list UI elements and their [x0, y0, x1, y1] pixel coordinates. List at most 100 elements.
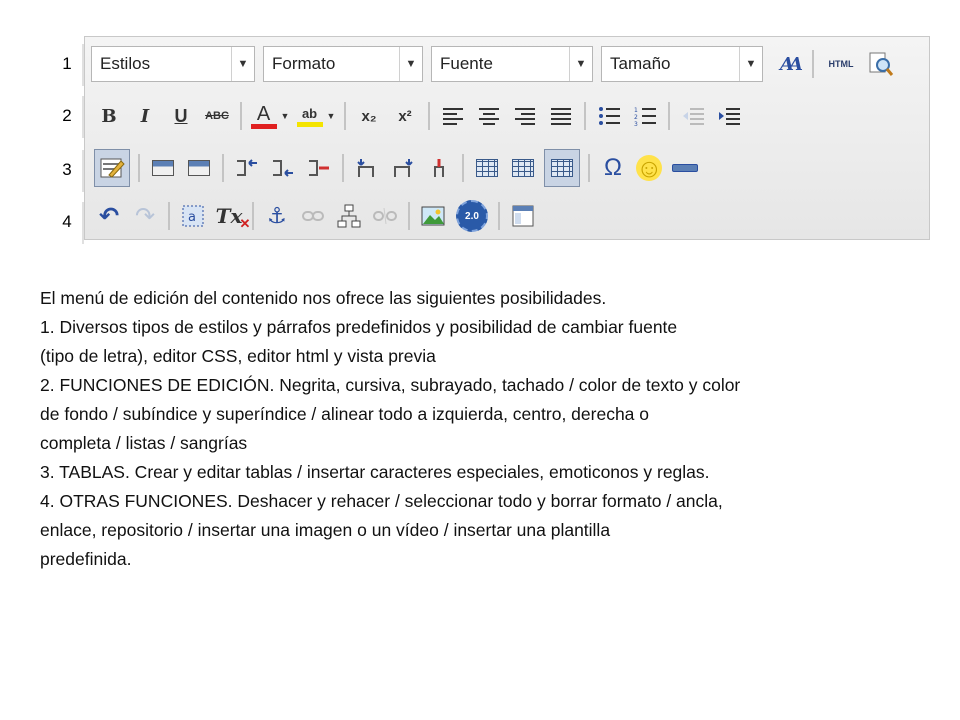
decrease-indent-button[interactable]	[678, 100, 708, 132]
undo-icon: ↶	[98, 202, 120, 230]
table-edit-icon	[100, 158, 125, 178]
styles-combo-label: Estilos	[100, 54, 151, 73]
toolbar-separator	[408, 202, 410, 230]
italic-icon: I	[140, 105, 150, 127]
insert-row-after-icon	[273, 160, 293, 177]
strikethrough-button[interactable]: ABC	[202, 100, 232, 132]
align-center-icon	[479, 107, 499, 125]
superscript-button[interactable]: x²	[390, 100, 420, 132]
bulleted-list-button[interactable]	[594, 100, 624, 132]
select-all-button[interactable]: a	[178, 200, 208, 232]
redo-icon: ↷	[134, 202, 156, 230]
insert-video-button[interactable]: 2.0	[454, 200, 490, 232]
description-line: predefinida.	[40, 549, 132, 569]
toolbar-separator	[498, 202, 500, 230]
emoticons-button[interactable]: ☺	[634, 152, 664, 184]
repository-button[interactable]	[334, 200, 364, 232]
chevron-down-icon[interactable]: ▼	[327, 111, 336, 121]
chevron-down-icon[interactable]: ▼	[281, 111, 290, 121]
redo-button[interactable]: ↷	[130, 200, 160, 232]
undo-button[interactable]: ↶	[94, 200, 124, 232]
preview-button[interactable]	[866, 48, 896, 80]
cell-properties-button[interactable]	[148, 152, 178, 184]
toolbar-separator	[584, 102, 586, 130]
delete-row-icon	[309, 160, 329, 176]
delete-column-button[interactable]	[424, 152, 454, 184]
align-justify-button[interactable]	[546, 100, 576, 132]
underline-button[interactable]: U	[166, 100, 196, 132]
toolbar-separator	[812, 50, 814, 78]
align-right-button[interactable]	[510, 100, 540, 132]
anchor-button[interactable]: ⚓	[262, 200, 292, 232]
strikethrough-icon: ABC	[205, 110, 229, 122]
align-center-button[interactable]	[474, 100, 504, 132]
description-line: 4. OTRAS FUNCIONES. Deshacer y rehacer /…	[40, 491, 723, 511]
background-color-button[interactable]: ab ▼	[296, 100, 336, 132]
toolbar-separator	[342, 154, 344, 182]
split-cells-button[interactable]	[472, 152, 502, 184]
subscript-icon: x₂	[361, 107, 377, 125]
html-source-button[interactable]: HTML	[822, 48, 860, 80]
numbered-list-icon: 1 2 3	[634, 107, 656, 126]
link-icon	[302, 211, 324, 221]
unlink-button[interactable]	[370, 200, 400, 232]
remove-format-button[interactable]: Tx ✕	[214, 200, 251, 232]
bold-icon: B	[101, 105, 117, 127]
font-combo[interactable]: Fuente ▼	[431, 46, 593, 82]
merge-cells-button[interactable]	[508, 152, 538, 184]
subscript-button[interactable]: x₂	[354, 100, 384, 132]
horizontal-rule-icon	[672, 164, 698, 172]
chevron-down-icon[interactable]: ▼	[569, 47, 592, 81]
increase-indent-button[interactable]	[714, 100, 744, 132]
row-properties-icon	[188, 160, 210, 176]
description-line: enlace, repositorio / insertar una image…	[40, 520, 611, 540]
svg-text:2: 2	[634, 114, 638, 121]
row-number-1: 1	[50, 44, 84, 86]
horizontal-rule-button[interactable]	[670, 152, 700, 184]
styles-combo[interactable]: Estilos ▼	[91, 46, 255, 82]
italic-button[interactable]: I	[130, 100, 160, 132]
insert-template-button[interactable]	[508, 200, 538, 232]
select-all-icon: a	[182, 205, 204, 227]
description-line: (tipo de letra), editor CSS, editor html…	[40, 346, 436, 366]
description-line: 3. TABLAS. Crear y editar tablas / inser…	[40, 462, 710, 482]
row-properties-button[interactable]	[184, 152, 214, 184]
outdent-icon	[683, 108, 704, 125]
description-line: El menú de edición del contenido nos ofr…	[40, 288, 607, 308]
toolbar-separator	[252, 202, 254, 230]
delete-column-icon	[434, 159, 444, 177]
split-cells-icon	[476, 159, 498, 177]
special-characters-button[interactable]: Ω	[598, 152, 628, 184]
insert-column-before-icon	[357, 159, 374, 177]
chevron-down-icon[interactable]: ▼	[399, 47, 422, 81]
numbered-list-button[interactable]: 1 2 3	[630, 100, 660, 132]
text-color-icon: A	[250, 104, 277, 129]
table-properties-button[interactable]	[94, 149, 130, 187]
insert-row-before-button[interactable]	[232, 152, 262, 184]
bold-button[interactable]: B	[94, 100, 124, 132]
indent-icon	[719, 108, 740, 125]
chevron-down-icon[interactable]: ▼	[739, 47, 762, 81]
toolbar-row-3: Ω ☺	[91, 145, 703, 191]
superscript-icon: x²	[398, 107, 412, 125]
css-editor-button[interactable]: AA	[774, 48, 804, 80]
insert-row-after-button[interactable]	[268, 152, 298, 184]
size-combo[interactable]: Tamaño ▼	[601, 46, 763, 82]
link-button[interactable]	[298, 200, 328, 232]
insert-column-before-button[interactable]	[352, 152, 382, 184]
template-icon	[512, 205, 534, 227]
format-combo-label: Formato	[272, 54, 336, 73]
text-color-button[interactable]: A ▼	[250, 100, 290, 132]
bulleted-list-icon	[599, 107, 620, 125]
anchor-icon: ⚓	[267, 203, 287, 228]
format-combo[interactable]: Formato ▼	[263, 46, 423, 82]
align-left-button[interactable]	[438, 100, 468, 132]
chevron-down-icon[interactable]: ▼	[231, 47, 254, 81]
toolbar-row-1: Estilos ▼ Formato ▼ Fuente ▼ Tamaño ▼ AA…	[91, 41, 899, 87]
insert-table-button[interactable]	[544, 149, 580, 187]
delete-row-button[interactable]	[304, 152, 334, 184]
insert-column-after-button[interactable]	[388, 152, 418, 184]
remove-format-icon: Tx ✕	[215, 204, 251, 232]
toolbar-separator	[240, 102, 242, 130]
insert-image-button[interactable]	[418, 200, 448, 232]
